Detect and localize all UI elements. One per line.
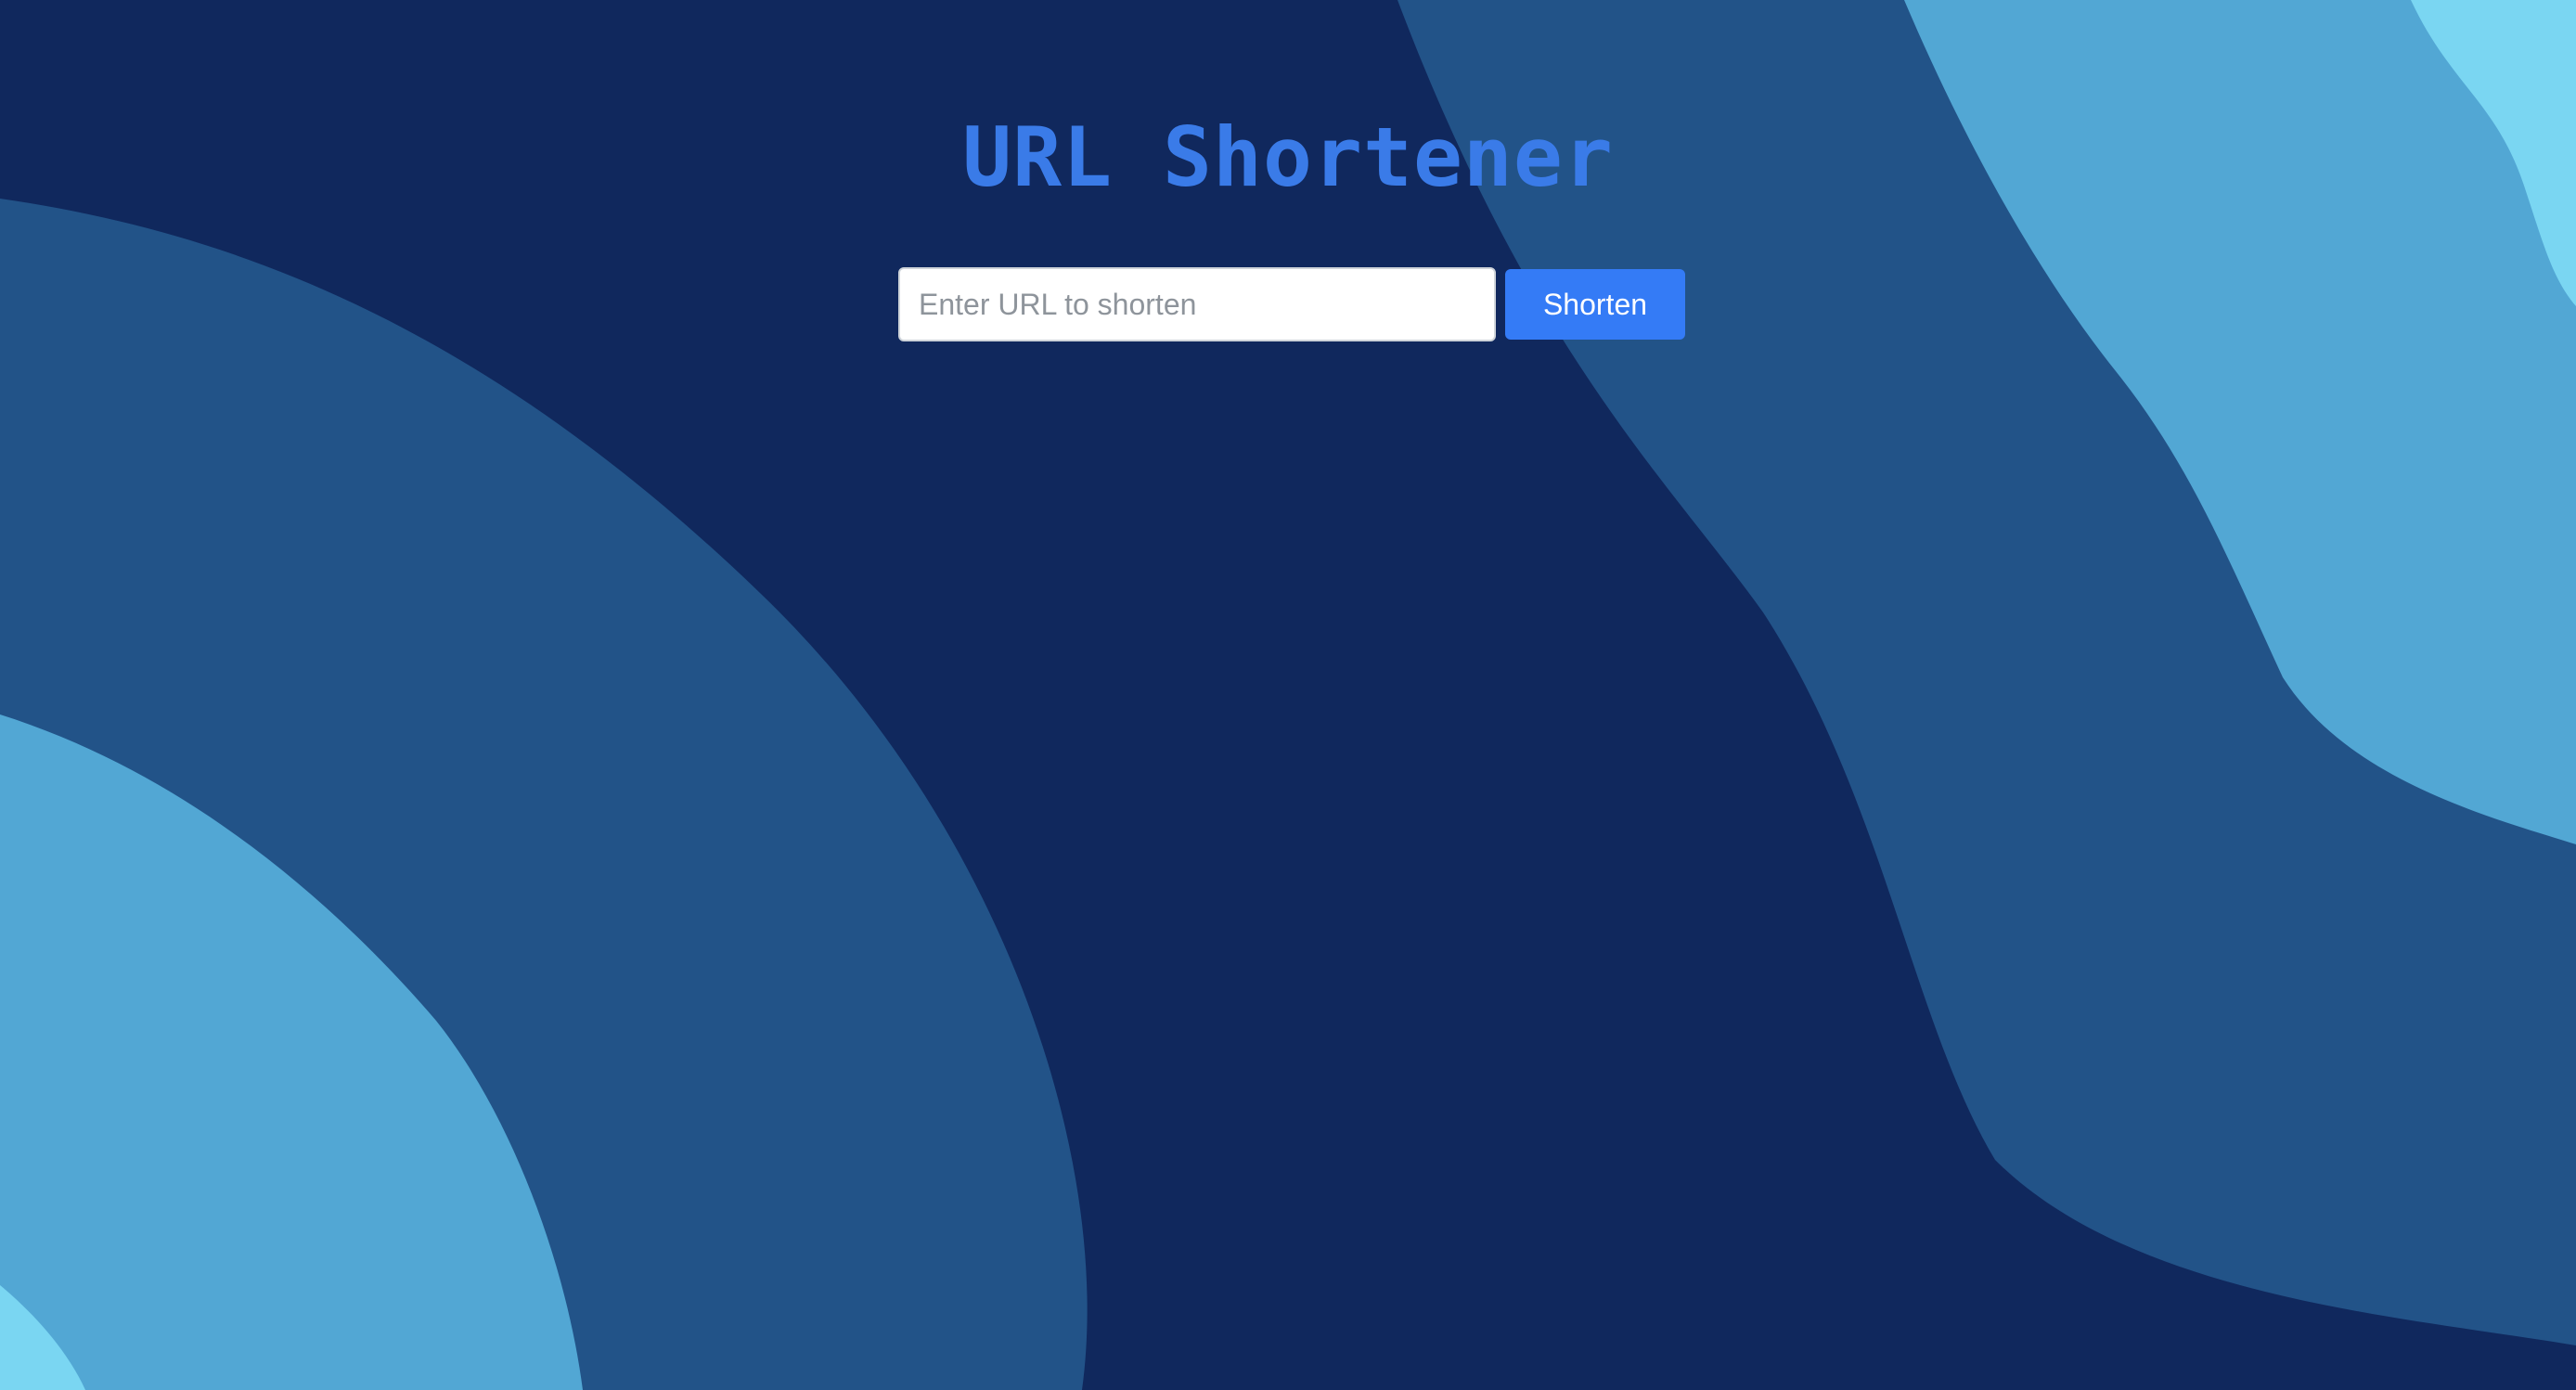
shorten-form: Shorten — [898, 267, 1685, 341]
main-content: URL Shortener Shorten — [0, 0, 2576, 1390]
shorten-button[interactable]: Shorten — [1505, 269, 1685, 340]
url-input[interactable] — [898, 267, 1496, 341]
page-title: URL Shortener — [962, 109, 1614, 205]
